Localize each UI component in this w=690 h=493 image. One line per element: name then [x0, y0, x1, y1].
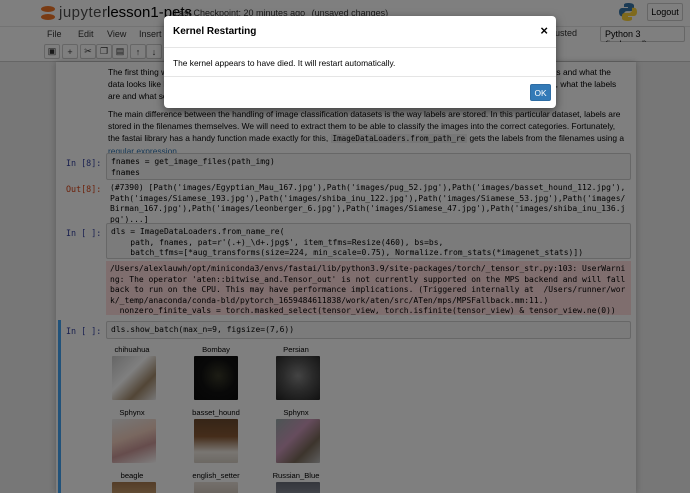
- close-icon[interactable]: ×: [540, 23, 548, 38]
- dialog-message: The kernel appears to have died. It will…: [173, 58, 396, 68]
- dialog-footer: [164, 76, 556, 77]
- dialog-header: Kernel Restarting ×: [164, 16, 556, 48]
- kernel-restart-dialog: Kernel Restarting × The kernel appears t…: [164, 16, 556, 108]
- dialog-title: Kernel Restarting: [173, 26, 257, 37]
- ok-button[interactable]: OK: [530, 84, 551, 101]
